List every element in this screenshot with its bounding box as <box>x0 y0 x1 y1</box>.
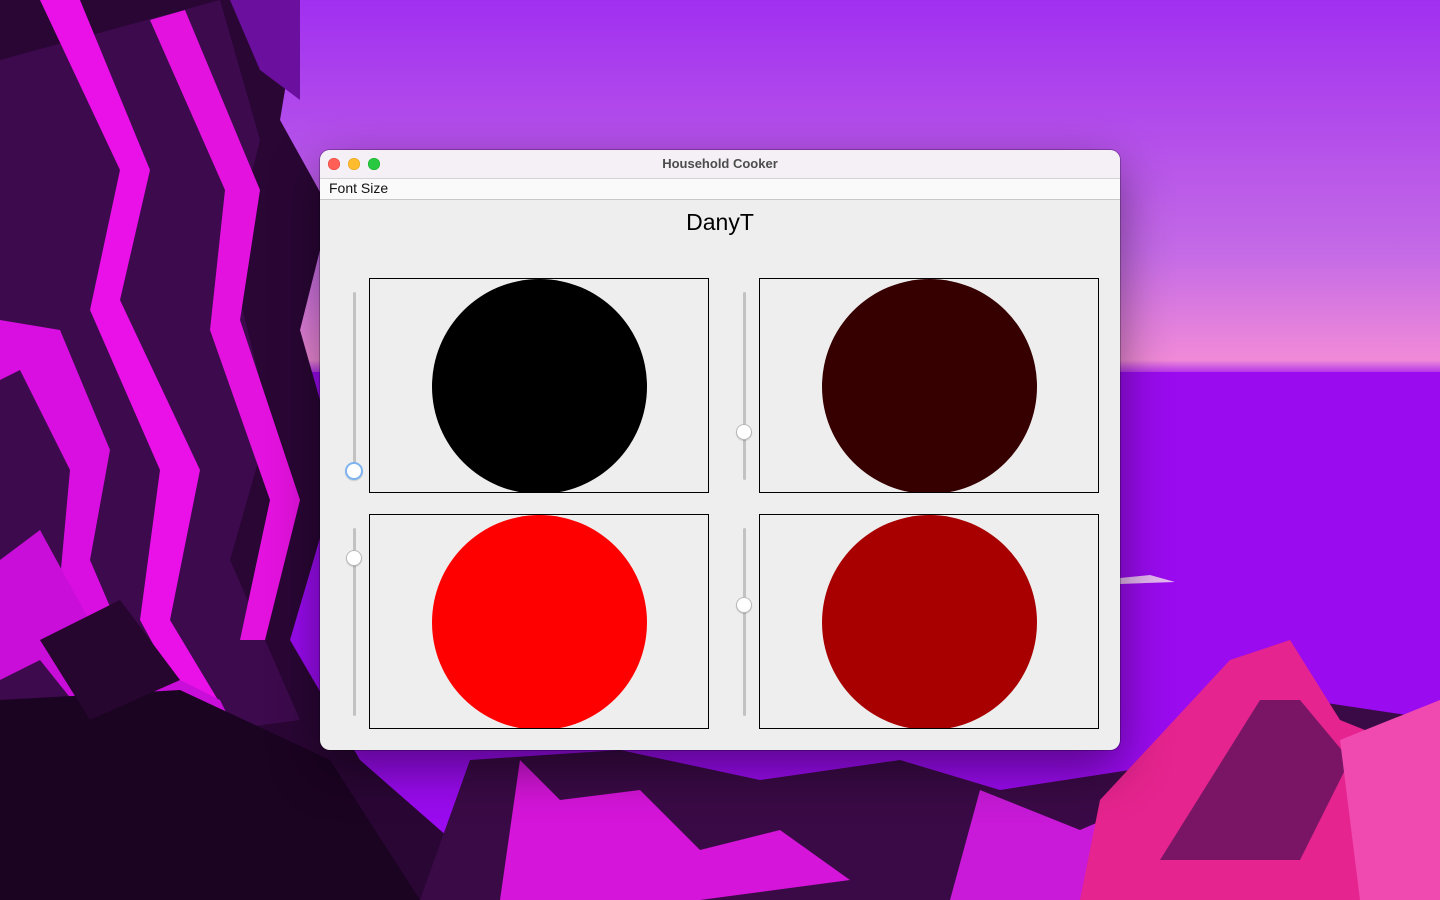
slider-track <box>353 292 356 480</box>
burner-slider-bottom-left[interactable] <box>345 528 365 716</box>
burner-slider-bottom-right[interactable] <box>735 528 755 716</box>
title-bar: Household Cooker <box>320 150 1120 179</box>
slider-thumb[interactable] <box>345 462 363 480</box>
slider-track <box>743 292 746 480</box>
slider-thumb[interactable] <box>736 596 752 613</box>
burner-circle <box>822 279 1037 492</box>
burner-panel-bottom-left <box>369 514 709 729</box>
burner-slider-top-right[interactable] <box>735 292 755 480</box>
burner-slider-top-left[interactable] <box>345 292 365 480</box>
burner-circle <box>432 515 647 728</box>
burner-panel-top-left <box>369 278 709 493</box>
burner-panel-top-right <box>759 278 1099 493</box>
app-window: Household Cooker Font Size DanyT <box>320 150 1120 750</box>
slider-thumb[interactable] <box>346 550 362 567</box>
menu-font-size[interactable]: Font Size <box>329 180 388 196</box>
slider-track <box>743 528 746 716</box>
slider-thumb[interactable] <box>736 424 752 441</box>
menu-bar: Font Size <box>320 179 1120 200</box>
burner-circle <box>822 515 1037 728</box>
user-heading: DanyT <box>686 209 754 235</box>
window-title: Household Cooker <box>662 156 778 171</box>
burner-panel-bottom-right <box>759 514 1099 729</box>
burner-circle <box>432 279 647 492</box>
